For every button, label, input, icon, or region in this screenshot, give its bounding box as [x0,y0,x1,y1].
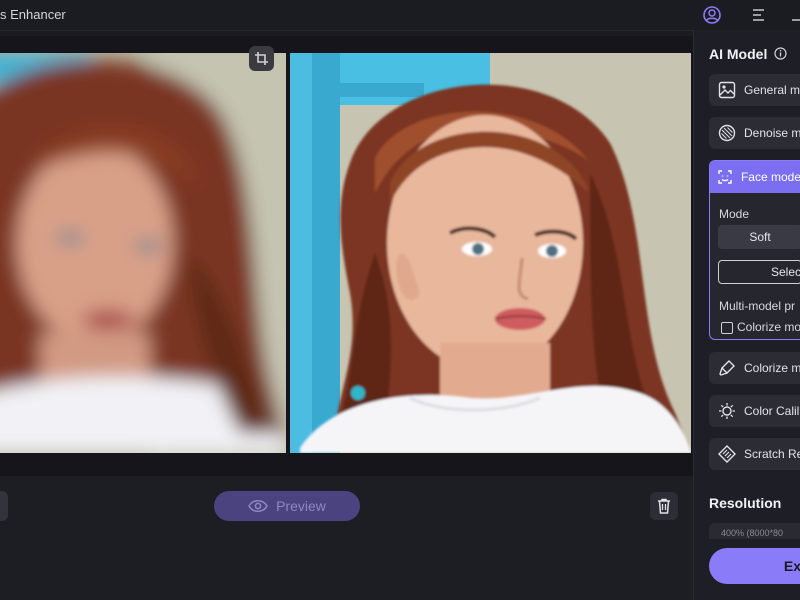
model-scratch-repair[interactable]: Scratch Re [709,438,800,470]
mode-soft-button[interactable]: Soft [718,225,800,249]
model-face[interactable]: Face mode [710,161,800,193]
scratch-icon [716,443,738,465]
account-icon[interactable] [702,5,722,25]
eye-icon [248,500,268,512]
ai-model-heading-text: AI Model [709,46,768,62]
brightness-icon [716,400,738,422]
info-icon[interactable] [774,47,787,60]
colorize-checkbox[interactable] [721,322,733,334]
model-denoise[interactable]: Denoise m [709,117,800,149]
model-general[interactable]: General m [709,74,800,106]
model-face-label: Face mode [740,170,800,184]
colorize-icon [716,357,738,379]
model-colorize[interactable]: Colorize m [709,352,800,384]
resolution-heading: Resolution [709,495,782,511]
resolution-select[interactable]: 400% (8000*80 [709,523,800,539]
image-icon [716,79,738,101]
model-general-label: General m [744,83,800,97]
trash-icon [658,498,670,514]
title-divider [0,30,693,31]
colorize-checkbox-label: Colorize mo [737,320,800,334]
compare-button[interactable] [0,491,8,521]
mode-label: Mode [719,207,750,221]
face-icon [716,166,735,188]
minimize-icon[interactable] [790,5,800,25]
enhanced-image [290,53,691,453]
original-image [0,53,286,453]
menu-icon[interactable] [749,5,769,25]
model-denoise-label: Denoise m [744,126,800,140]
export-button[interactable]: Ex [709,548,800,584]
preview-label: Preview [276,498,326,514]
model-color-calibration-label: Color Calil [744,404,800,418]
denoise-icon [716,122,738,144]
select-button[interactable]: Selec [718,260,800,284]
title-bar: s Enhancer [0,0,800,30]
model-colorize-label: Colorize m [744,361,800,375]
delete-button[interactable] [650,492,678,520]
model-scratch-repair-label: Scratch Re [744,447,800,461]
crop-button[interactable] [249,46,274,71]
export-label: Ex [783,558,800,574]
model-color-calibration[interactable]: Color Calil [709,395,800,427]
app-title: s Enhancer [0,7,66,22]
ai-model-heading: AI Model [709,46,787,62]
multi-model-label: Multi-model pr [719,299,796,313]
preview-button[interactable]: Preview [214,491,360,521]
select-button-label: Selec [770,265,800,279]
crop-icon [255,52,268,65]
model-face-panel: Face mode Mode Soft Selec Multi-model pr… [709,160,800,340]
